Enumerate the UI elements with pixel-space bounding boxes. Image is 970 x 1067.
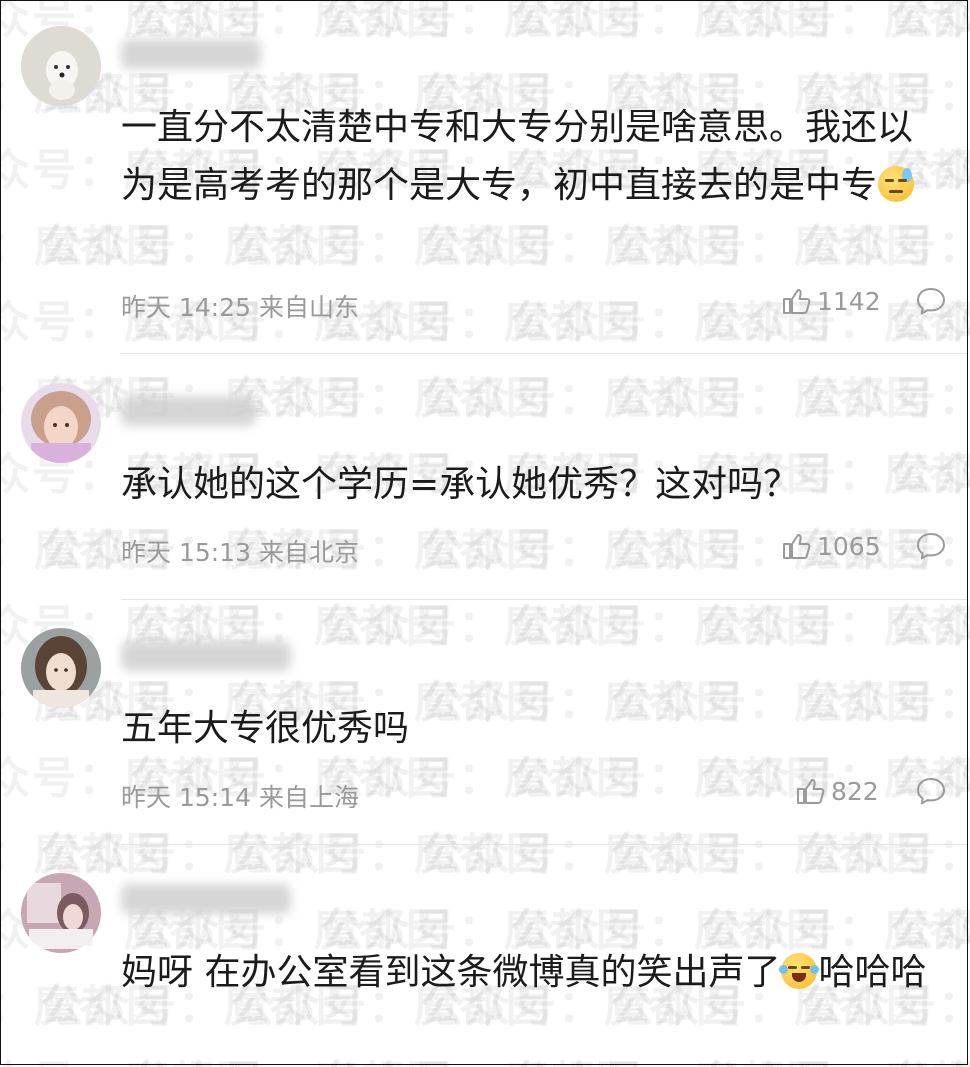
downcast-sweat-emoji-icon [878,166,915,202]
like-button[interactable]: 822 [795,776,879,806]
username-blurred[interactable] [121,396,256,426]
comment-text: 承认她的这个学历=承认她优秀？这对吗？ [121,464,800,505]
divider [121,844,967,845]
comment-text: 妈呀 在办公室看到这条微博真的笑出声了 哈哈哈 [121,952,927,993]
comment-meta: 昨天 15:14 来自上海 [121,783,359,812]
comment-text: 五年大专很优秀吗 [121,708,410,749]
avatar[interactable] [21,26,101,106]
comment-text: 一直分不太清楚中专和大专分别是啥意思。我还以为是高考考的那个是大专，初中直接去的… [121,107,915,206]
comment-bubble-icon[interactable] [915,776,947,806]
thumbs-up-icon [783,534,811,559]
tears-of-joy-emoji-icon [779,953,820,989]
comment-meta: 昨天 14:25 来自山东 [121,293,359,322]
like-button[interactable]: 1142 [781,286,881,316]
divider [121,353,967,354]
comment-bubble-icon[interactable] [915,531,947,561]
like-count: 822 [831,776,879,806]
like-count: 1142 [817,286,881,316]
thumbs-up-icon [797,779,825,804]
avatar[interactable] [21,873,101,953]
comment-meta: 昨天 15:13 来自北京 [121,538,359,567]
like-button[interactable]: 1065 [781,531,881,561]
avatar[interactable] [21,628,101,708]
username-blurred[interactable] [121,39,261,69]
comment-bubble-icon[interactable] [915,286,947,316]
avatar[interactable] [21,383,101,463]
like-count: 1065 [817,531,881,561]
comment-list-frame: 一直分不太清楚中专和大专分别是啥意思。我还以为是高考考的那个是大专，初中直接去的… [0,0,968,1065]
username-blurred[interactable] [121,884,291,914]
divider [121,599,967,600]
username-blurred[interactable] [121,641,291,671]
thumbs-up-icon [783,289,811,314]
